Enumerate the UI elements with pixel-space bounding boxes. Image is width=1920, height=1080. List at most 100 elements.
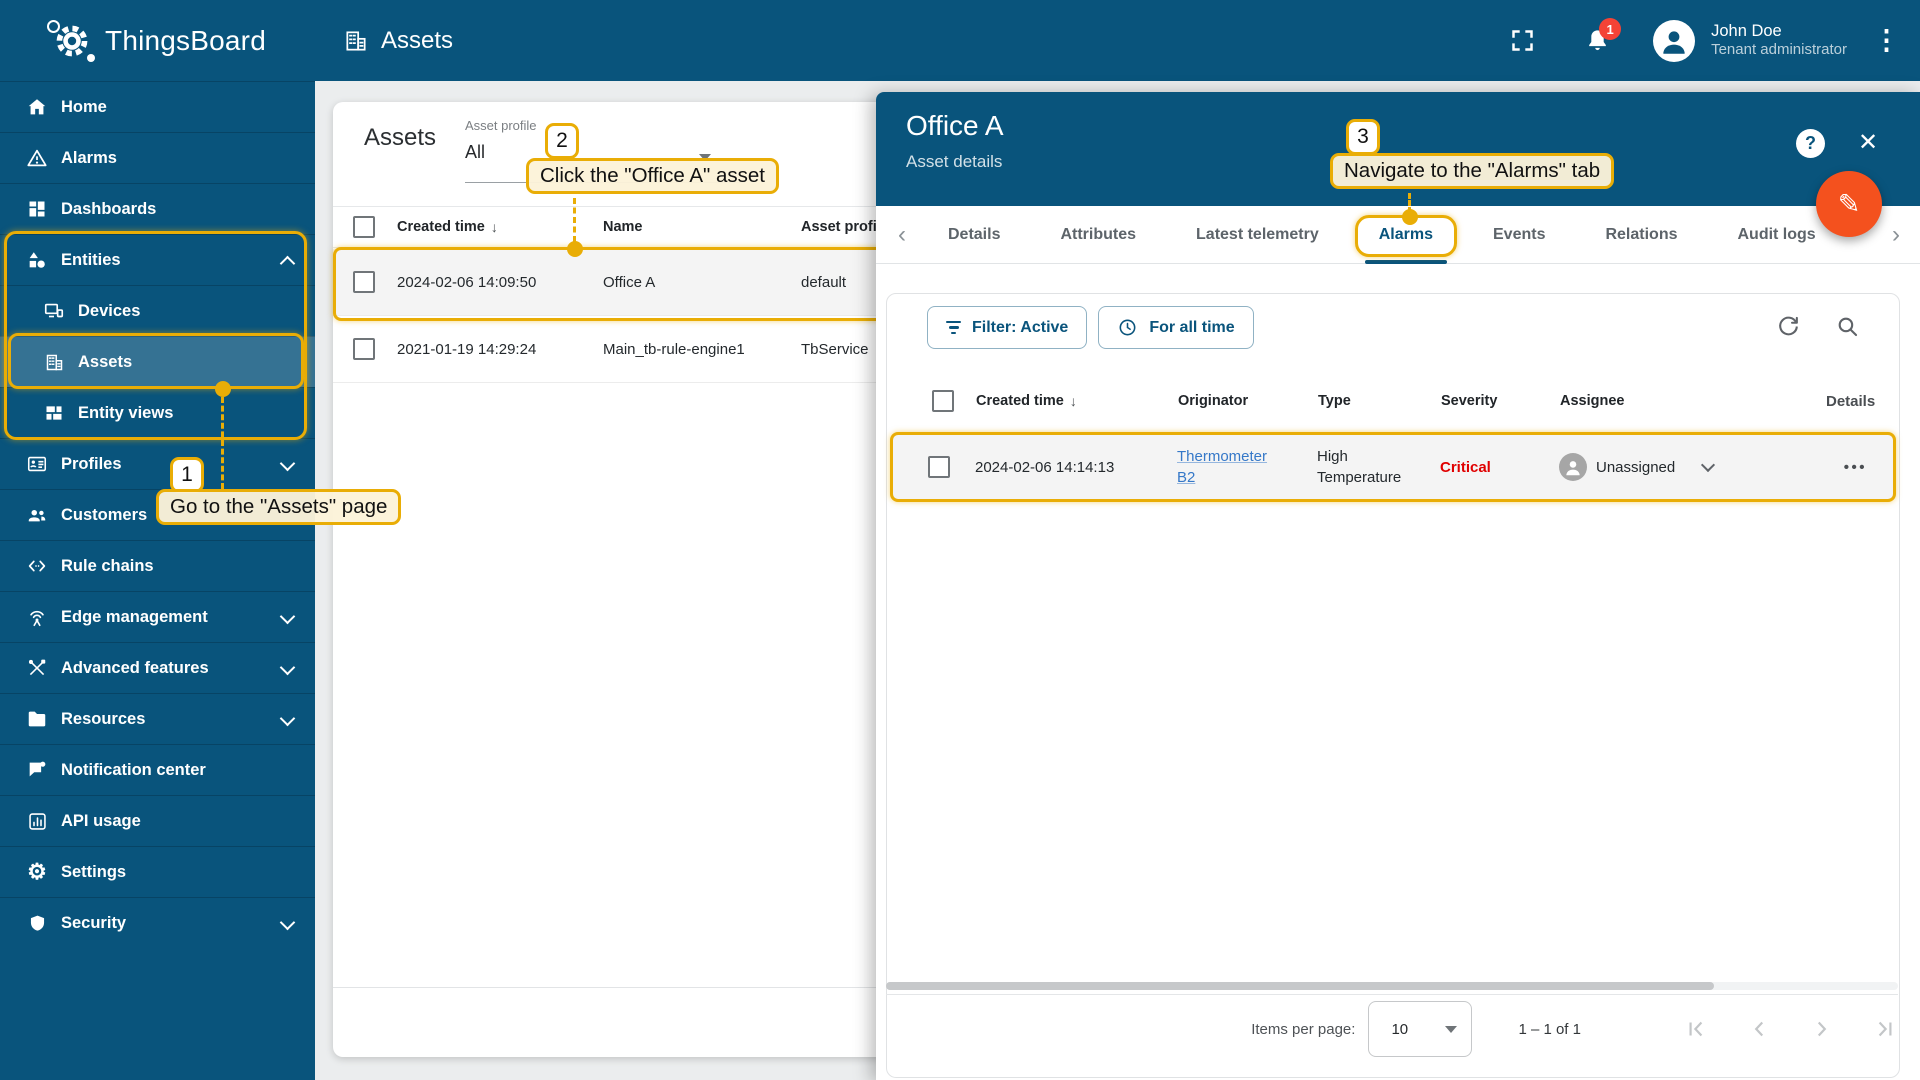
app-logo[interactable]: ThingsBoard [0, 0, 315, 81]
col-type[interactable]: Type [1304, 393, 1427, 409]
sidebar-item-rule-chains[interactable]: Rule chains [0, 540, 315, 591]
fullscreen-icon[interactable] [1509, 27, 1536, 54]
page-title: Assets [381, 26, 454, 54]
refresh-icon[interactable] [1776, 314, 1801, 339]
sidebar-item-dashboards[interactable]: Dashboards [0, 183, 315, 234]
col-originator[interactable]: Originator [1164, 393, 1304, 409]
edit-fab-button[interactable]: ✎ [1816, 171, 1882, 237]
first-page-icon[interactable] [1683, 1016, 1709, 1042]
tabs-scroll-right-icon[interactable]: › [1892, 221, 1912, 249]
notifications-bell-icon[interactable]: 1 [1584, 18, 1622, 54]
home-icon [25, 95, 49, 119]
sidebar-item-alarms[interactable]: Alarms [0, 132, 315, 183]
alarms-table-actions [1776, 314, 1860, 339]
cell-created-time: 2021-01-19 14:29:24 [397, 340, 537, 358]
sidebar: ThingsBoard Home Alarms Dashboards Entit… [0, 0, 315, 1080]
sort-desc-icon: ↓ [1069, 393, 1077, 409]
cell-severity: Critical [1440, 458, 1491, 476]
gear-icon: ⚙ [27, 859, 47, 884]
search-icon[interactable] [1835, 314, 1860, 339]
tab-latest-telemetry[interactable]: Latest telemetry [1166, 206, 1349, 264]
sidebar-item-profiles[interactable]: Profiles [0, 438, 315, 489]
profiles-card-icon [25, 452, 49, 476]
select-all-checkbox[interactable] [932, 390, 954, 412]
asset-row-main-rule-engine[interactable]: 2021-01-19 14:29:24 Main_tb-rule-engine1… [333, 316, 890, 383]
user-info[interactable]: John Doe Tenant administrator [1711, 21, 1847, 60]
alarm-details-kebab-icon[interactable]: ••• [1811, 459, 1893, 476]
row-checkbox[interactable] [353, 338, 375, 360]
previous-page-icon[interactable] [1746, 1016, 1772, 1042]
select-all-checkbox[interactable] [353, 216, 375, 238]
annotation-label-2: Click the "Office A" asset [526, 158, 779, 194]
next-page-icon[interactable] [1809, 1016, 1835, 1042]
tab-relations[interactable]: Relations [1575, 206, 1707, 264]
pencil-icon: ✎ [1837, 188, 1861, 219]
page-title-group: Assets [343, 27, 453, 55]
sidebar-item-settings[interactable]: ⚙ Settings [0, 846, 315, 897]
col-severity[interactable]: Severity [1427, 393, 1546, 409]
assignee-dropdown-icon[interactable] [1701, 457, 1716, 473]
asset-profile-filter[interactable]: Asset profile All [465, 118, 745, 183]
sort-desc-icon: ↓ [490, 219, 498, 235]
kebab-menu-icon[interactable]: ⋮ [1873, 25, 1900, 56]
horizontal-scrollbar-thumb[interactable] [886, 982, 1714, 990]
help-icon[interactable]: ? [1796, 129, 1825, 158]
filter-icon [946, 320, 961, 335]
annotation-step-number-3: 3 [1346, 119, 1380, 155]
sidebar-item-advanced-features[interactable]: Advanced features [0, 642, 315, 693]
sidebar-item-resources[interactable]: Resources [0, 693, 315, 744]
user-role: Tenant administrator [1711, 41, 1847, 59]
panel-title: Office A [906, 110, 1004, 141]
sidebar-item-api-usage[interactable]: API usage [0, 795, 315, 846]
alarm-time-filter-button[interactable]: For all time [1098, 306, 1254, 349]
annotation-dot-3 [1402, 209, 1418, 225]
folder-icon [25, 707, 49, 731]
avatar[interactable] [1653, 19, 1696, 62]
sidebar-item-home[interactable]: Home [0, 81, 315, 132]
api-usage-chart-icon [25, 809, 49, 833]
asset-profile-filter-label: Asset profile [465, 118, 537, 133]
col-created-time[interactable]: Created time [397, 219, 485, 235]
row-checkbox[interactable] [928, 456, 950, 478]
assignee-avatar-icon [1559, 453, 1587, 481]
annotation-box-assets-item [8, 333, 304, 389]
annotation-dot-1 [215, 381, 231, 397]
assets-card-title: Assets [364, 124, 437, 151]
assignee-label: Unassigned [1596, 458, 1676, 476]
clock-icon [1117, 317, 1138, 338]
sidebar-item-security[interactable]: Security [0, 897, 315, 948]
card-footer-divider [333, 987, 890, 988]
sidebar-item-edge-management[interactable]: Edge management [0, 591, 315, 642]
tabs-scroll-left-icon[interactable]: ‹ [898, 221, 918, 249]
dropdown-arrow-icon [1445, 1025, 1458, 1033]
cell-created-time: 2024-02-06 14:14:13 [975, 458, 1115, 476]
alarm-row[interactable]: 2024-02-06 14:14:13 Thermometer B2 High … [890, 432, 1896, 502]
shield-icon [25, 911, 49, 935]
col-created-time[interactable]: Created time [976, 393, 1064, 409]
building-icon [343, 28, 369, 54]
cell-name: Main_tb-rule-engine1 [603, 340, 745, 358]
dashboards-icon [25, 197, 49, 221]
originator-link[interactable]: Thermometer B2 [1163, 446, 1287, 488]
items-per-page-select[interactable]: 10 [1368, 1001, 1473, 1057]
sidebar-item-notification-center[interactable]: Notification center [0, 744, 315, 795]
tab-events[interactable]: Events [1463, 206, 1575, 264]
annotation-box-office-a-row [333, 247, 890, 321]
col-assignee[interactable]: Assignee [1546, 393, 1812, 409]
notification-badge: 1 [1599, 18, 1622, 40]
close-icon[interactable]: ✕ [1858, 128, 1878, 158]
asset-details-panel: Office A Asset details ? ✕ ✎ ‹ Details A… [876, 92, 1920, 1080]
tab-details[interactable]: Details [918, 206, 1030, 264]
chevron-down-icon [279, 710, 296, 727]
last-page-icon[interactable] [1872, 1016, 1898, 1042]
chevron-down-icon [279, 659, 296, 676]
thingsboard-logo-icon [47, 18, 96, 64]
chevron-down-icon [279, 914, 296, 931]
paginator: Items per page: 10 1 – 1 of 1 [876, 1000, 1898, 1058]
rule-chains-icon [25, 554, 49, 578]
col-name[interactable]: Name [603, 219, 801, 235]
cell-alarm-type: High Temperature [1317, 448, 1402, 486]
annotation-step-number-1: 1 [170, 457, 204, 493]
alarm-filter-button[interactable]: Filter: Active [927, 306, 1088, 349]
tab-attributes[interactable]: Attributes [1030, 206, 1166, 264]
